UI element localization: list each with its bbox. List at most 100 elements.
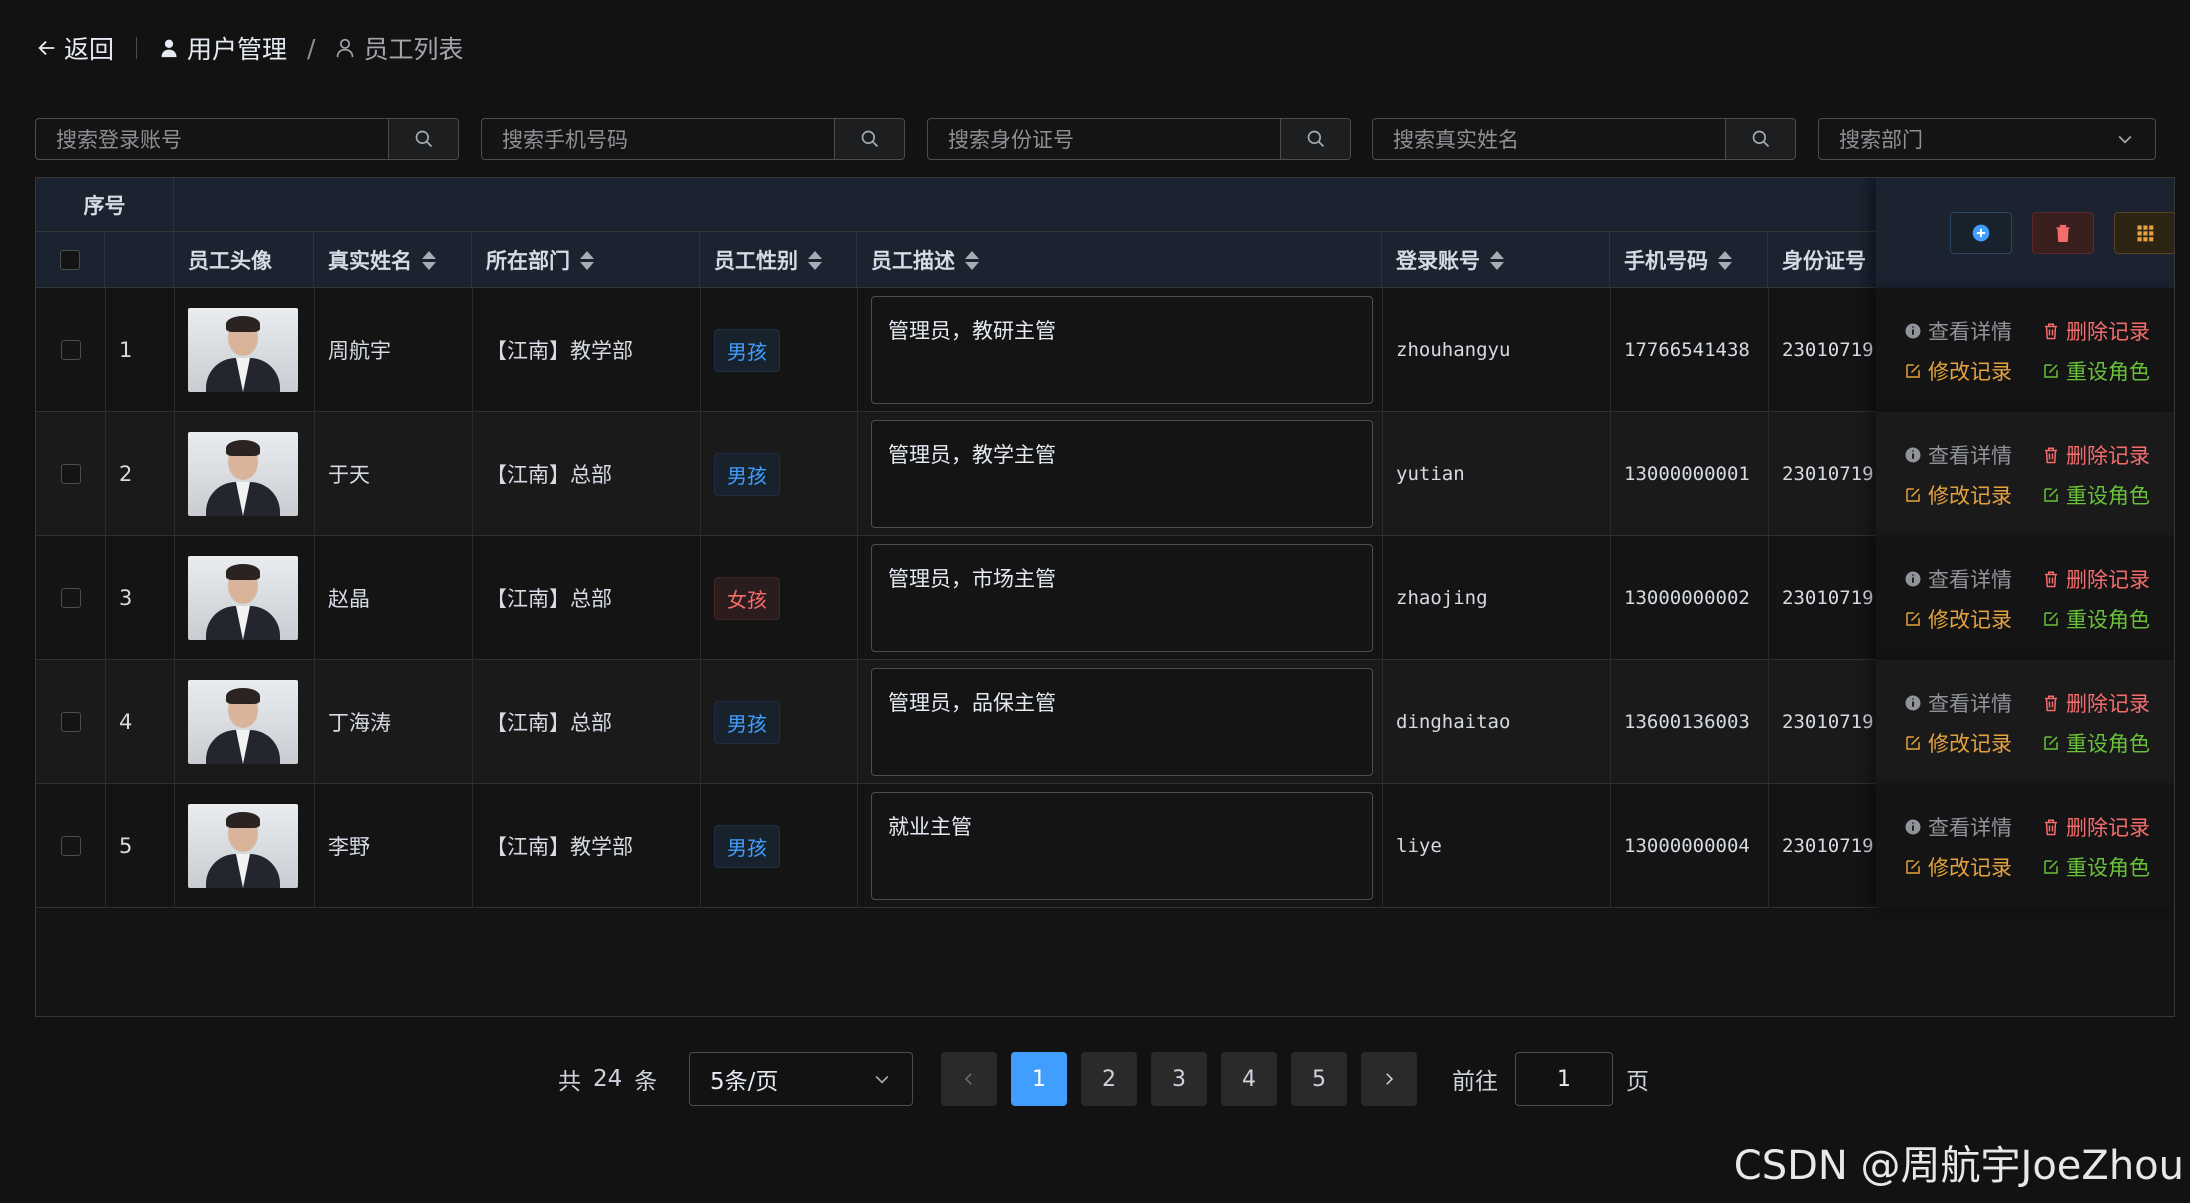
search-idcard-input[interactable]: 搜索身份证号 <box>928 119 1280 159</box>
account-cell: dinghaitao <box>1396 711 1511 733</box>
edit-record-button[interactable]: 修改记录 <box>1904 852 2012 882</box>
header-phone[interactable]: 手机号码 <box>1610 232 1768 288</box>
header-account[interactable]: 登录账号 <box>1382 232 1610 288</box>
action-label: 重设角色 <box>2066 856 2150 880</box>
account-cell: zhouhangyu <box>1396 339 1511 361</box>
gender-cell: 男孩 <box>700 784 857 908</box>
goto-page-input[interactable]: 1 <box>1515 1052 1613 1106</box>
view-detail-button[interactable]: 查看详情 <box>1904 316 2012 346</box>
row-index: 3 <box>119 586 133 610</box>
gender-tag: 男孩 <box>714 452 780 496</box>
search-idcard-button[interactable] <box>1280 119 1350 159</box>
phone-cell: 13000000002 <box>1624 587 1750 609</box>
page-size-select[interactable]: 5条/页 <box>689 1052 913 1106</box>
select-all-checkbox[interactable] <box>60 250 80 270</box>
reset-role-button[interactable]: 重设角色 <box>2042 604 2150 634</box>
search-name-button[interactable] <box>1725 119 1795 159</box>
desc-cell: 就业主管 <box>857 784 1382 908</box>
breadcrumb-label: 员工列表 <box>363 35 464 64</box>
search-name-input[interactable]: 搜索真实姓名 <box>1373 119 1725 159</box>
avatar[interactable] <box>188 680 298 764</box>
row-checkbox[interactable] <box>60 836 81 856</box>
delete-record-button[interactable]: 删除记录 <box>2042 812 2150 842</box>
page-button-3[interactable]: 3 <box>1151 1052 1207 1106</box>
dept-cell: 【江南】教学部 <box>486 339 633 363</box>
edit-record-button[interactable]: 修改记录 <box>1904 604 2012 634</box>
sort-icon[interactable] <box>1718 250 1732 270</box>
account-cell: zhaojing <box>1396 587 1488 609</box>
avatar[interactable] <box>188 804 298 888</box>
page-button-1[interactable]: 1 <box>1011 1052 1067 1106</box>
row-actions: 查看详情 删除记录 修改记录 重设角色 <box>1876 536 2174 660</box>
desc-textarea[interactable]: 管理员，品保主管 <box>871 668 1373 776</box>
delete-record-button[interactable]: 删除记录 <box>2042 564 2150 594</box>
batch-delete-button[interactable] <box>2032 212 2094 254</box>
breadcrumb-user-management[interactable]: 用户管理 <box>159 30 287 66</box>
back-button[interactable]: 返回 <box>36 30 114 66</box>
search-account-input[interactable]: 搜索登录账号 <box>36 119 388 159</box>
header-name[interactable]: 真实姓名 <box>314 232 472 288</box>
search-phone-input[interactable]: 搜索手机号码 <box>482 119 834 159</box>
desc-textarea[interactable]: 管理员，教研主管 <box>871 296 1373 404</box>
row-checkbox[interactable] <box>60 712 81 732</box>
header-index <box>105 232 174 288</box>
avatar[interactable] <box>188 556 298 640</box>
pagination-total: 共 24 条 <box>558 1052 657 1106</box>
header-dept[interactable]: 所在部门 <box>472 232 700 288</box>
avatar[interactable] <box>188 308 298 392</box>
header-gender[interactable]: 员工性别 <box>700 232 857 288</box>
header-desc[interactable]: 员工描述 <box>857 232 1382 288</box>
search-account-button[interactable] <box>388 119 458 159</box>
page-button-4[interactable]: 4 <box>1221 1052 1277 1106</box>
add-button[interactable] <box>1950 212 2012 254</box>
page-button-2[interactable]: 2 <box>1081 1052 1137 1106</box>
action-label: 查看详情 <box>1928 320 2012 344</box>
prev-page-button[interactable] <box>941 1052 997 1106</box>
sort-icon[interactable] <box>965 250 979 270</box>
edit-record-button[interactable]: 修改记录 <box>1904 728 2012 758</box>
desc-textarea[interactable]: 管理员，教学主管 <box>871 420 1373 528</box>
header-select-all <box>36 232 105 288</box>
avatar[interactable] <box>188 432 298 516</box>
search-name: 搜索真实姓名 <box>1372 118 1796 160</box>
row-checkbox[interactable] <box>60 340 81 360</box>
dept-cell: 【江南】总部 <box>486 711 612 735</box>
delete-record-button[interactable]: 删除记录 <box>2042 316 2150 346</box>
sort-icon[interactable] <box>808 250 822 270</box>
trash-icon <box>2045 323 2057 340</box>
row-select-cell <box>36 536 105 660</box>
header-avatar: 员工头像 <box>174 232 314 288</box>
reset-role-button[interactable]: 重设角色 <box>2042 480 2150 510</box>
delete-record-button[interactable]: 删除记录 <box>2042 688 2150 718</box>
reset-role-button[interactable]: 重设角色 <box>2042 728 2150 758</box>
view-detail-button[interactable]: 查看详情 <box>1904 812 2012 842</box>
next-page-button[interactable] <box>1361 1052 1417 1106</box>
gender-tag: 男孩 <box>714 824 780 868</box>
reset-role-button[interactable]: 重设角色 <box>2042 852 2150 882</box>
view-detail-button[interactable]: 查看详情 <box>1904 564 2012 594</box>
delete-record-button[interactable]: 删除记录 <box>2042 440 2150 470</box>
sort-icon[interactable] <box>422 250 436 270</box>
view-detail-button[interactable]: 查看详情 <box>1904 440 2012 470</box>
desc-textarea[interactable]: 就业主管 <box>871 792 1373 900</box>
info-icon <box>1905 695 1921 711</box>
view-detail-button[interactable]: 查看详情 <box>1904 688 2012 718</box>
page-button-5[interactable]: 5 <box>1291 1052 1347 1106</box>
reset-role-button[interactable]: 重设角色 <box>2042 356 2150 386</box>
sort-icon[interactable] <box>1490 250 1504 270</box>
action-label: 删除记录 <box>2066 816 2150 840</box>
sort-icon[interactable] <box>580 250 594 270</box>
export-button[interactable] <box>2114 212 2174 254</box>
name-cell: 李野 <box>328 835 370 859</box>
search-dept-select[interactable]: 搜索部门 <box>1818 118 2156 160</box>
total-suffix: 条 <box>634 1069 658 1095</box>
row-checkbox[interactable] <box>60 588 81 608</box>
row-checkbox[interactable] <box>60 464 81 484</box>
watermark: CSDN @周航宇JoeZhou <box>1733 1143 2184 1189</box>
search-phone-button[interactable] <box>834 119 904 159</box>
row-index: 5 <box>119 834 133 858</box>
edit-record-button[interactable]: 修改记录 <box>1904 480 2012 510</box>
desc-textarea[interactable]: 管理员，市场主管 <box>871 544 1373 652</box>
edit-record-button[interactable]: 修改记录 <box>1904 356 2012 386</box>
edit-icon <box>2044 612 2058 626</box>
